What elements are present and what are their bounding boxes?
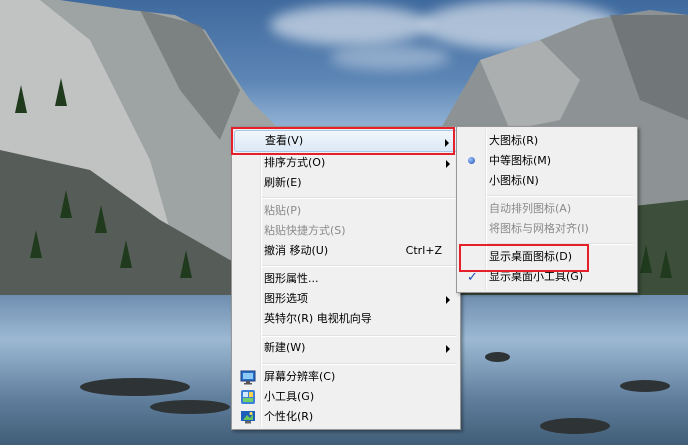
menu-item-sort-by-label: 排序方式(O) xyxy=(264,156,326,169)
menu-separator xyxy=(262,363,456,365)
personalize-icon xyxy=(241,411,255,424)
menu-separator xyxy=(262,265,456,267)
submenu-item-medium-icons[interactable]: 中等图标(M) xyxy=(459,150,635,172)
menu-item-new[interactable]: 新建(W) xyxy=(234,337,458,359)
menu-item-new-label: 新建(W) xyxy=(264,341,306,354)
menu-separator xyxy=(487,195,633,197)
menu-item-refresh[interactable]: 刷新(E) xyxy=(234,172,458,194)
menu-item-undo-move[interactable]: 撤消 移动(U) Ctrl+Z xyxy=(234,240,458,262)
submenu-item-large-icons[interactable]: 大图标(R) xyxy=(459,130,635,152)
menu-item-gadgets-label: 小工具(G) xyxy=(264,390,315,403)
submenu-item-small-icons[interactable]: 小图标(N) xyxy=(459,170,635,192)
menu-item-personalize-label: 个性化(R) xyxy=(264,410,314,423)
menu-item-sort-by[interactable]: 排序方式(O) xyxy=(234,152,458,174)
submenu-item-large-icons-label: 大图标(R) xyxy=(489,134,539,147)
menu-item-paste-shortcut[interactable]: 粘贴快捷方式(S) xyxy=(234,220,458,242)
display-icon xyxy=(240,370,256,385)
gadgets-icon xyxy=(241,390,255,404)
undo-shortcut: Ctrl+Z xyxy=(405,244,442,257)
menu-item-screen-resolution-label: 屏幕分辨率(C) xyxy=(264,370,336,383)
menu-item-intel-tv-wizard[interactable]: 英特尔(R) 电视机向导 xyxy=(234,308,458,330)
submenu-arrow-icon xyxy=(446,345,450,353)
menu-separator xyxy=(262,197,456,199)
submenu-item-align-to-grid-label: 将图标与网格对齐(I) xyxy=(489,222,589,235)
submenu-item-auto-arrange-label: 自动排列图标(A) xyxy=(489,202,572,215)
menu-item-intel-tv-wizard-label: 英特尔(R) 电视机向导 xyxy=(264,312,372,325)
submenu-arrow-icon xyxy=(446,296,450,304)
menu-item-paste-label: 粘贴(P) xyxy=(264,204,302,217)
submenu-item-auto-arrange[interactable]: 自动排列图标(A) xyxy=(459,198,635,220)
menu-item-undo-move-label: 撤消 移动(U) xyxy=(264,244,329,257)
menu-item-gadgets[interactable]: 小工具(G) xyxy=(234,386,458,408)
menu-item-paste-shortcut-label: 粘贴快捷方式(S) xyxy=(264,224,346,237)
highlight-box-view xyxy=(231,127,455,155)
menu-item-graphics-properties-label: 图形属性... xyxy=(264,272,319,285)
menu-item-graphics-options[interactable]: 图形选项 xyxy=(234,288,458,310)
menu-item-graphics-options-label: 图形选项 xyxy=(264,292,308,305)
radio-bullet-icon xyxy=(468,157,475,164)
desktop-context-menu: 查看(V) 排序方式(O) 刷新(E) 粘贴(P) 粘贴快捷方式(S) 撤消 移… xyxy=(231,126,461,430)
submenu-item-align-to-grid[interactable]: 将图标与网格对齐(I) xyxy=(459,218,635,240)
menu-item-paste[interactable]: 粘贴(P) xyxy=(234,200,458,222)
highlight-box-show-desktop-icons xyxy=(459,244,589,272)
menu-item-refresh-label: 刷新(E) xyxy=(264,176,302,189)
menu-item-graphics-properties[interactable]: 图形属性... xyxy=(234,268,458,290)
submenu-item-medium-icons-label: 中等图标(M) xyxy=(489,154,552,167)
submenu-arrow-icon xyxy=(446,160,450,168)
menu-item-personalize[interactable]: 个性化(R) xyxy=(234,406,458,428)
menu-item-screen-resolution[interactable]: 屏幕分辨率(C) xyxy=(234,366,458,388)
submenu-item-small-icons-label: 小图标(N) xyxy=(489,174,539,187)
